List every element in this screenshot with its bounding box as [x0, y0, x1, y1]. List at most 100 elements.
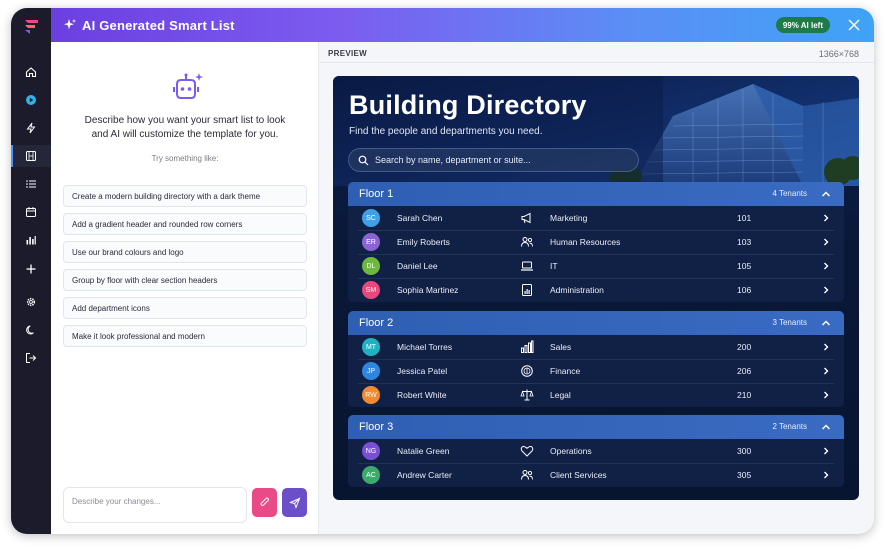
floor-header[interactable]: Floor 3 2 Tenants	[348, 415, 844, 439]
tenant-name: Andrew Carter	[397, 470, 452, 480]
department-name: Client Services	[550, 470, 607, 480]
chevron-right-icon[interactable]	[820, 365, 832, 377]
tenant-row[interactable]: SM Sophia Martinez Administration 106	[348, 278, 844, 302]
hero-banner: Building Directory Find the people and d…	[333, 76, 859, 186]
attach-button[interactable]	[252, 488, 277, 517]
gear-icon	[26, 297, 36, 307]
resolution-label: 1366×768	[818, 49, 859, 59]
chevron-right-icon[interactable]	[820, 236, 832, 248]
people-icon	[521, 237, 533, 247]
chevron-right-icon[interactable]	[820, 260, 832, 272]
floor-section: Floor 1 4 Tenants SC Sarah Chen Marketing 101…	[348, 182, 844, 302]
nav-theme[interactable]	[11, 319, 51, 341]
chevron-right-icon[interactable]	[820, 469, 832, 481]
nav-logout[interactable]	[11, 347, 51, 369]
laptop-icon	[521, 261, 533, 271]
home-icon	[25, 67, 37, 78]
tenant-row[interactable]: NG Natalie Green Operations 300	[348, 439, 844, 463]
scales-icon	[520, 389, 534, 401]
department-name: Finance	[550, 366, 581, 376]
chevron-up-icon[interactable]	[820, 421, 832, 433]
logout-icon	[26, 353, 37, 363]
floor-section: Floor 2 3 Tenants MT Michael Torres Sales 200…	[348, 311, 844, 407]
tenant-name: Sophia Martinez	[397, 285, 459, 295]
suggestion-chip[interactable]: Group by floor with clear section header…	[63, 269, 307, 291]
directory-preview: Building Directory Find the people and d…	[333, 76, 859, 500]
suite-number: 300	[737, 446, 752, 456]
department-name: IT	[550, 261, 558, 271]
search-icon	[358, 155, 369, 165]
tenant-row[interactable]: MT Michael Torres Sales 200	[348, 335, 844, 359]
heart-icon	[520, 445, 534, 457]
chevron-right-icon[interactable]	[820, 212, 832, 224]
suite-number: 305	[737, 470, 752, 480]
nav-schedule[interactable]	[11, 201, 51, 223]
floor-name: Floor 3	[359, 421, 394, 433]
chevron-right-icon[interactable]	[820, 445, 832, 457]
chevron-right-icon[interactable]	[820, 389, 832, 401]
avatar: ER	[362, 233, 380, 251]
divider	[320, 62, 874, 63]
suite-number: 206	[737, 366, 752, 376]
nav-automations[interactable]	[11, 117, 51, 139]
floor-tenants: NG Natalie Green Operations 300 AC Andrew Car…	[348, 439, 844, 487]
app-logo-icon	[25, 20, 38, 34]
plus-icon	[26, 264, 36, 274]
film-icon	[26, 151, 36, 161]
tenant-count: 3 Tenants	[772, 318, 807, 327]
tenant-row[interactable]: AC Andrew Carter Client Services 305	[348, 463, 844, 487]
department-name: Operations	[550, 446, 592, 456]
suggestion-chip[interactable]: Add a gradient header and rounded row co…	[63, 213, 307, 235]
tenant-name: Jessica Patel	[397, 366, 448, 376]
directory-search[interactable]: Search by name, department or suite...	[348, 148, 639, 172]
suggestion-chip[interactable]: Add department icons	[63, 297, 307, 319]
nav-analytics[interactable]	[11, 229, 51, 251]
nav-lists[interactable]	[11, 173, 51, 195]
nav-play[interactable]	[11, 89, 51, 111]
suggestion-chip[interactable]: Use our brand colours and logo	[63, 241, 307, 263]
tenant-row[interactable]: DL Daniel Lee IT 105	[348, 254, 844, 278]
tenant-name: Michael Torres	[397, 342, 453, 352]
suggestion-chip[interactable]: Make it look professional and modern	[63, 325, 307, 347]
tenant-row[interactable]: SC Sarah Chen Marketing 101	[348, 206, 844, 230]
department-name: Sales	[550, 342, 572, 352]
moon-icon	[26, 325, 34, 335]
tenant-name: Daniel Lee	[397, 261, 438, 271]
nav-media[interactable]	[11, 145, 51, 167]
floor-header[interactable]: Floor 2 3 Tenants	[348, 311, 844, 335]
tenant-count: 4 Tenants	[772, 189, 807, 198]
floor-header[interactable]: Floor 1 4 Tenants	[348, 182, 844, 206]
chevron-up-icon[interactable]	[820, 317, 832, 329]
tenant-name: Sarah Chen	[397, 213, 443, 223]
avatar: JP	[362, 362, 380, 380]
nav-home[interactable]	[11, 61, 51, 83]
ai-credits-badge: 99% AI left	[775, 17, 830, 33]
changes-input[interactable]: Describe your changes...	[63, 487, 247, 523]
suggestion-chip[interactable]: Create a modern building directory with …	[63, 185, 307, 207]
tenant-row[interactable]: ER Emily Roberts Human Resources 103	[348, 230, 844, 254]
tenant-row[interactable]: JP Jessica Patel Finance 206	[348, 359, 844, 383]
tenant-name: Emily Roberts	[397, 237, 450, 247]
nav-rail	[11, 8, 51, 534]
robot-icon	[173, 73, 203, 99]
chevron-right-icon[interactable]	[820, 284, 832, 296]
department-name: Administration	[550, 285, 604, 295]
floor-name: Floor 2	[359, 317, 394, 329]
nav-settings[interactable]	[11, 291, 51, 313]
suite-number: 106	[737, 285, 752, 295]
sparkle-icon	[64, 19, 76, 30]
floor-section: Floor 3 2 Tenants NG Natalie Green Operation…	[348, 415, 844, 487]
play-icon	[26, 95, 36, 105]
floor-name: Floor 1	[359, 188, 394, 200]
close-icon[interactable]	[846, 17, 862, 33]
avatar: DL	[362, 257, 380, 275]
bar-chart-icon	[26, 236, 36, 245]
tenant-row[interactable]: RW Robert White Legal 210	[348, 383, 844, 407]
nav-add[interactable]	[11, 258, 51, 280]
prompt-panel: Describe how you want your smart list to…	[51, 42, 319, 534]
department-name: Human Resources	[550, 237, 621, 247]
try-label: Try something like:	[151, 154, 219, 163]
send-button[interactable]	[282, 488, 307, 517]
chevron-up-icon[interactable]	[820, 188, 832, 200]
chevron-right-icon[interactable]	[820, 341, 832, 353]
